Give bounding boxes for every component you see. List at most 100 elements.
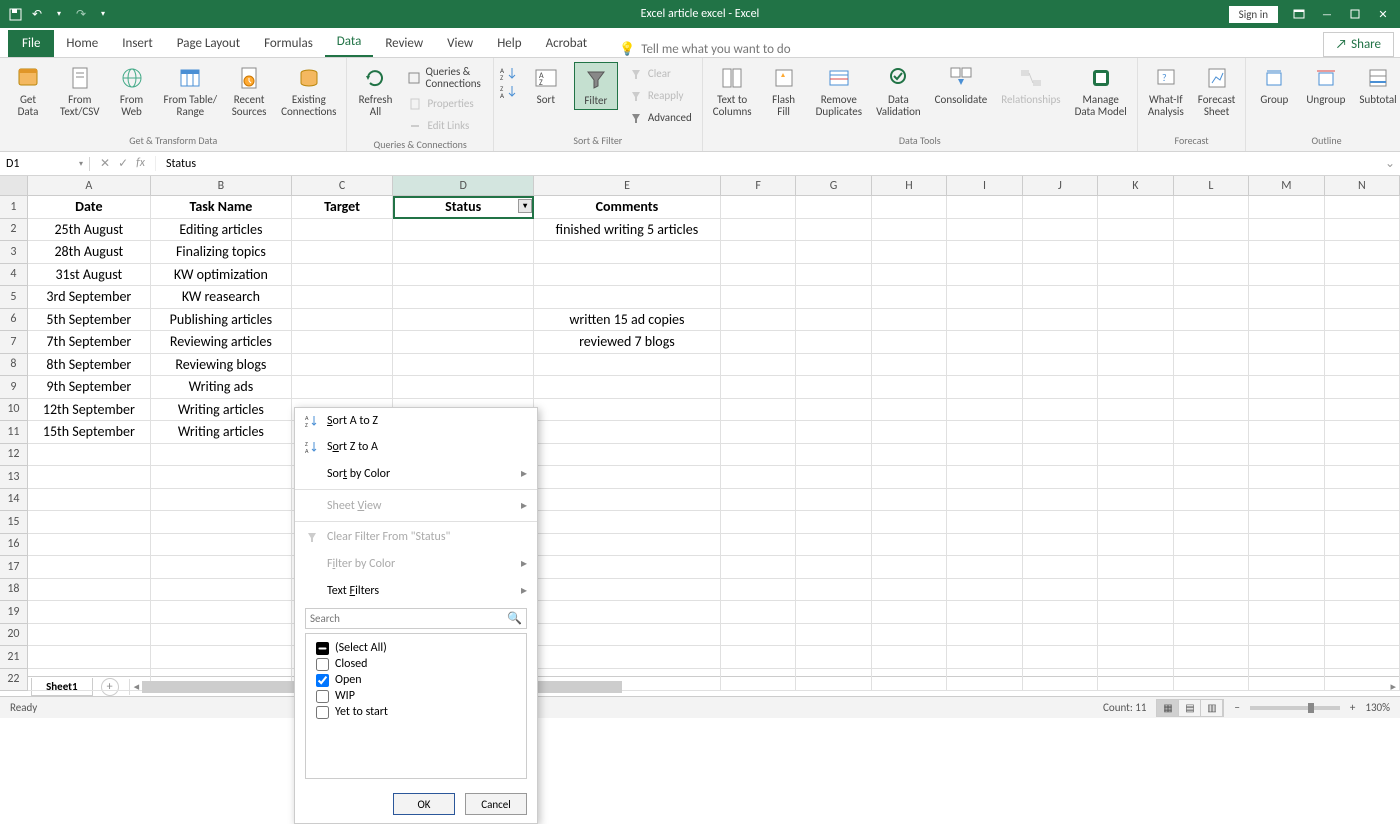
row-header[interactable]: 3	[0, 241, 28, 264]
cell[interactable]	[947, 219, 1022, 242]
cell[interactable]: 25th August	[28, 219, 151, 242]
cell[interactable]: Reviewing articles	[151, 331, 292, 354]
cell[interactable]	[721, 646, 796, 669]
cell[interactable]	[1249, 624, 1324, 647]
col-header-l[interactable]: L	[1174, 176, 1249, 195]
cell[interactable]	[947, 556, 1022, 579]
row-header[interactable]: 4	[0, 264, 28, 287]
cell[interactable]	[1023, 354, 1098, 377]
cell[interactable]	[393, 219, 534, 242]
cell[interactable]	[721, 196, 796, 219]
cell[interactable]	[151, 489, 292, 512]
tab-data[interactable]: Data	[325, 28, 374, 57]
formula-input[interactable]: Status	[156, 157, 1380, 171]
filter-option-select-all[interactable]: (Select All)	[316, 640, 516, 656]
cell[interactable]	[1023, 264, 1098, 287]
filter-search-field[interactable]	[310, 612, 507, 625]
cell[interactable]	[796, 556, 871, 579]
zoom-in-icon[interactable]: +	[1350, 701, 1355, 714]
ok-button[interactable]: OK	[393, 793, 455, 815]
cell[interactable]	[1098, 286, 1173, 309]
sort-az-item[interactable]: AZSort A to Z	[295, 408, 537, 434]
cell[interactable]	[796, 489, 871, 512]
cell[interactable]	[1174, 286, 1249, 309]
cell[interactable]	[796, 579, 871, 602]
cell[interactable]	[1174, 331, 1249, 354]
col-header-g[interactable]: G	[796, 176, 871, 195]
remove-duplicates-button[interactable]: Remove Duplicates	[812, 62, 866, 120]
cell[interactable]	[721, 556, 796, 579]
cell[interactable]	[151, 579, 292, 602]
tab-help[interactable]: Help	[485, 30, 533, 57]
cell[interactable]	[1023, 241, 1098, 264]
cell[interactable]	[1174, 399, 1249, 422]
cell[interactable]	[872, 399, 947, 422]
cell[interactable]	[872, 556, 947, 579]
cell[interactable]	[1325, 241, 1400, 264]
cell[interactable]	[1023, 444, 1098, 467]
cell[interactable]	[721, 444, 796, 467]
row-header[interactable]: 8	[0, 354, 28, 377]
cell[interactable]	[872, 309, 947, 332]
cell[interactable]: Finalizing topics	[151, 241, 292, 264]
cell[interactable]	[151, 444, 292, 467]
cell[interactable]	[1325, 264, 1400, 287]
cell[interactable]	[292, 219, 393, 242]
cell[interactable]	[534, 556, 721, 579]
cell[interactable]	[534, 601, 721, 624]
ribbon-display-icon[interactable]	[1292, 7, 1306, 21]
cell[interactable]: Writing articles	[151, 399, 292, 422]
maximize-icon[interactable]	[1348, 7, 1362, 21]
save-icon[interactable]	[8, 7, 22, 21]
cell[interactable]	[947, 421, 1022, 444]
cell[interactable]	[947, 399, 1022, 422]
cell[interactable]: reviewed 7 blogs	[534, 331, 721, 354]
cell[interactable]	[1174, 556, 1249, 579]
cell[interactable]	[1249, 219, 1324, 242]
cell[interactable]	[872, 354, 947, 377]
cell[interactable]	[721, 579, 796, 602]
cell[interactable]	[796, 331, 871, 354]
cell[interactable]	[796, 286, 871, 309]
row-header[interactable]: 15	[0, 511, 28, 534]
cell[interactable]	[1249, 601, 1324, 624]
sort-za-item[interactable]: ZASort Z to A	[295, 434, 537, 460]
cell[interactable]	[796, 624, 871, 647]
col-header-e[interactable]: E	[534, 176, 721, 195]
sort-by-color-item[interactable]: Sort by Color▸	[295, 460, 537, 487]
cell[interactable]	[1098, 309, 1173, 332]
cell[interactable]	[534, 399, 721, 422]
cell[interactable]	[947, 264, 1022, 287]
cell[interactable]	[796, 354, 871, 377]
cell[interactable]	[947, 646, 1022, 669]
row-header[interactable]: 5	[0, 286, 28, 309]
cell[interactable]: finished writing 5 articles	[534, 219, 721, 242]
row-header[interactable]: 12	[0, 444, 28, 467]
cell[interactable]	[796, 444, 871, 467]
from-textcsv-button[interactable]: From Text/CSV	[56, 62, 104, 120]
recent-sources-button[interactable]: Recent Sources	[227, 62, 271, 120]
tab-file[interactable]: File	[8, 30, 54, 57]
cell[interactable]	[393, 241, 534, 264]
cell[interactable]	[1023, 556, 1098, 579]
cell[interactable]	[1325, 196, 1400, 219]
cell[interactable]	[1325, 579, 1400, 602]
cell[interactable]	[721, 309, 796, 332]
cancel-formula-icon[interactable]: ✕	[100, 156, 110, 171]
cell[interactable]	[721, 421, 796, 444]
cell[interactable]	[1249, 489, 1324, 512]
cell[interactable]	[1325, 399, 1400, 422]
row-header[interactable]: 2	[0, 219, 28, 242]
cell[interactable]	[872, 646, 947, 669]
flash-fill-button[interactable]: Flash Fill	[762, 62, 806, 120]
cell[interactable]	[1023, 331, 1098, 354]
cell[interactable]	[534, 646, 721, 669]
cell[interactable]	[872, 444, 947, 467]
cell[interactable]	[1098, 511, 1173, 534]
cell[interactable]	[1325, 331, 1400, 354]
cell[interactable]	[796, 646, 871, 669]
cell[interactable]	[721, 489, 796, 512]
cell[interactable]	[1098, 354, 1173, 377]
cell[interactable]	[796, 309, 871, 332]
cell[interactable]	[721, 511, 796, 534]
